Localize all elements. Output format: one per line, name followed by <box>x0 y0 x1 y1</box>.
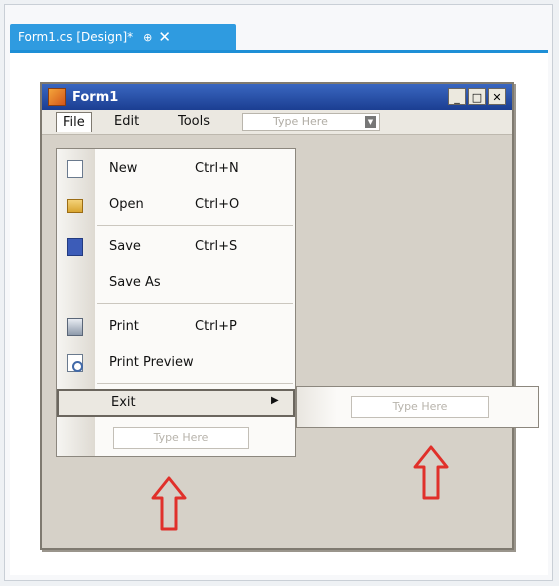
form-title: Form1 <box>72 89 119 105</box>
menu-item-shortcut: Ctrl+N <box>195 161 239 176</box>
type-here-text: Type Here <box>273 115 328 128</box>
menu-item-label: Exit <box>111 395 136 410</box>
open-folder-icon <box>67 199 83 213</box>
menu-item-new[interactable]: New Ctrl+N <box>57 155 295 183</box>
menubar: File Edit Tools Type Here ▼ <box>42 110 512 135</box>
submenu-type-here-input[interactable]: Type Here <box>351 396 489 418</box>
menu-item-shortcut: Ctrl+O <box>195 197 240 212</box>
menu-item-print-preview[interactable]: Print Preview <box>57 349 295 377</box>
file-menu-dropdown: New Ctrl+N Open Ctrl+O Save Ctrl+S Save … <box>56 148 296 457</box>
file-menu-type-here-input[interactable]: Type Here <box>113 427 249 449</box>
menu-item-shortcut: Ctrl+P <box>195 319 237 334</box>
up-arrow-annotation-icon <box>413 445 449 500</box>
print-preview-icon <box>67 354 83 372</box>
maximize-button[interactable]: □ <box>468 88 486 105</box>
printer-icon <box>67 318 83 336</box>
form-icon <box>48 88 66 106</box>
menu-item-open[interactable]: Open Ctrl+O <box>57 191 295 219</box>
close-button[interactable]: ✕ <box>488 88 506 105</box>
menu-item-print[interactable]: Print Ctrl+P <box>57 313 295 341</box>
window-controls: _ □ ✕ <box>448 88 506 105</box>
tab-form1-design[interactable]: Form1.cs [Design]* ⊕ ✕ <box>10 24 236 50</box>
close-tab-icon[interactable]: ✕ <box>158 28 171 46</box>
menu-separator <box>97 225 293 226</box>
up-arrow-annotation-icon <box>151 476 187 531</box>
pin-icon[interactable]: ⊕ <box>143 31 152 44</box>
dropdown-arrow-icon[interactable]: ▼ <box>365 116 376 128</box>
menu-item-save[interactable]: Save Ctrl+S <box>57 233 295 261</box>
menu-tools[interactable]: Tools <box>172 112 216 132</box>
tab-title: Form1.cs [Design]* <box>18 30 134 44</box>
exit-submenu: Type Here <box>296 386 539 428</box>
minimize-button[interactable]: _ <box>448 88 466 105</box>
menu-item-label: New <box>109 161 138 176</box>
menu-edit[interactable]: Edit <box>108 112 145 132</box>
menu-separator <box>97 383 293 384</box>
menu-item-label: Print Preview <box>109 355 194 370</box>
new-document-icon <box>67 160 83 178</box>
menu-item-label: Print <box>109 319 139 334</box>
menu-file[interactable]: File <box>56 112 92 132</box>
menu-item-shortcut: Ctrl+S <box>195 239 238 254</box>
menubar-type-here-input[interactable]: Type Here ▼ <box>242 113 380 131</box>
menu-item-label: Save As <box>109 275 161 290</box>
menu-item-label: Save <box>109 239 141 254</box>
menu-item-save-as[interactable]: Save As <box>57 269 295 297</box>
menu-separator <box>97 303 293 304</box>
form-titlebar[interactable]: Form1 _ □ ✕ <box>42 84 512 110</box>
save-disk-icon <box>67 238 83 256</box>
menu-item-exit[interactable]: Exit ▶ <box>57 389 295 417</box>
submenu-arrow-icon: ▶ <box>271 395 279 406</box>
document-tab-strip: Form1.cs [Design]* ⊕ ✕ <box>10 22 548 53</box>
menu-item-label: Open <box>109 197 144 212</box>
